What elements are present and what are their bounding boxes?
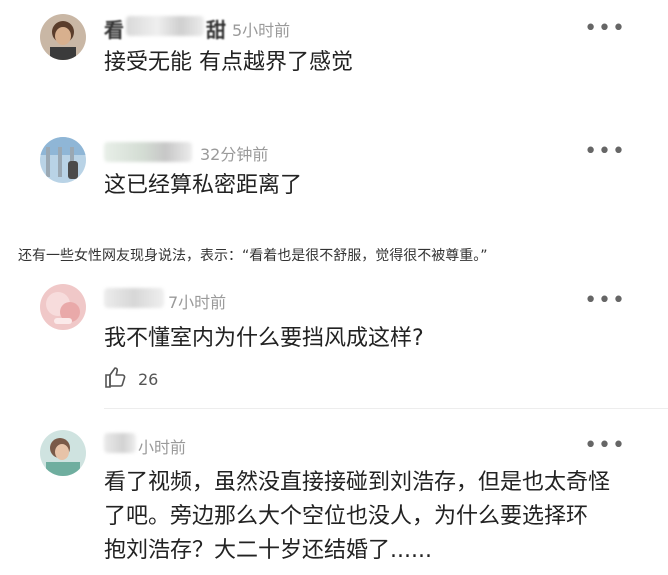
more-options-icon[interactable]: ••• (584, 435, 626, 457)
like-button[interactable]: 26 (104, 366, 158, 392)
comment-time: 小时前 (138, 438, 187, 457)
comment-text: 接受无能 有点越界了感觉 (104, 50, 353, 75)
avatar[interactable] (40, 14, 86, 60)
more-options-icon[interactable]: ••• (584, 18, 626, 40)
comment-time: 32分钟前 (200, 145, 269, 164)
comment-time: 5小时前 (232, 21, 291, 40)
username-blurred[interactable] (104, 433, 136, 453)
comment-panel-top: 看 甜 5小时前 ••• 接受无能 有点越界了感觉 32分钟前 ••• 这已经算… (0, 0, 668, 228)
comment-text-line: 看了视频，虽然没直接接碰到刘浩存，但是也太奇怪 (104, 470, 611, 495)
thumbs-up-icon (104, 366, 128, 392)
username-blurred[interactable] (126, 16, 204, 36)
divider (104, 408, 668, 409)
comment-panel-bottom: 7小时前 ••• 我不懂室内为什么要挡风成这样? 26 小时前 ••• 看了视频… (0, 270, 668, 575)
more-options-icon[interactable]: ••• (584, 290, 626, 312)
username-fragment: 看 (104, 18, 124, 42)
comment-text-line: 抱刘浩存？大二十岁还结婚了...... (104, 538, 432, 563)
username-fragment: 甜 (206, 18, 226, 42)
username-blurred[interactable] (104, 142, 192, 162)
more-options-icon[interactable]: ••• (584, 141, 626, 163)
avatar[interactable] (40, 284, 86, 330)
comment-text: 这已经算私密距离了 (104, 173, 303, 198)
username-blurred[interactable] (104, 288, 164, 308)
like-count: 26 (138, 369, 159, 389)
comment-text-line: 了吧。旁边那么大个空位也没人，为什么要选择环 (104, 504, 589, 529)
avatar[interactable] (40, 430, 86, 476)
avatar[interactable] (40, 137, 86, 183)
comment-time: 7小时前 (168, 293, 227, 312)
comment-text: 我不懂室内为什么要挡风成这样? (104, 326, 424, 351)
article-caption: 还有一些女性网友现身说法，表示：“看着也是很不舒服，觉得很不被尊重。” (18, 248, 488, 264)
